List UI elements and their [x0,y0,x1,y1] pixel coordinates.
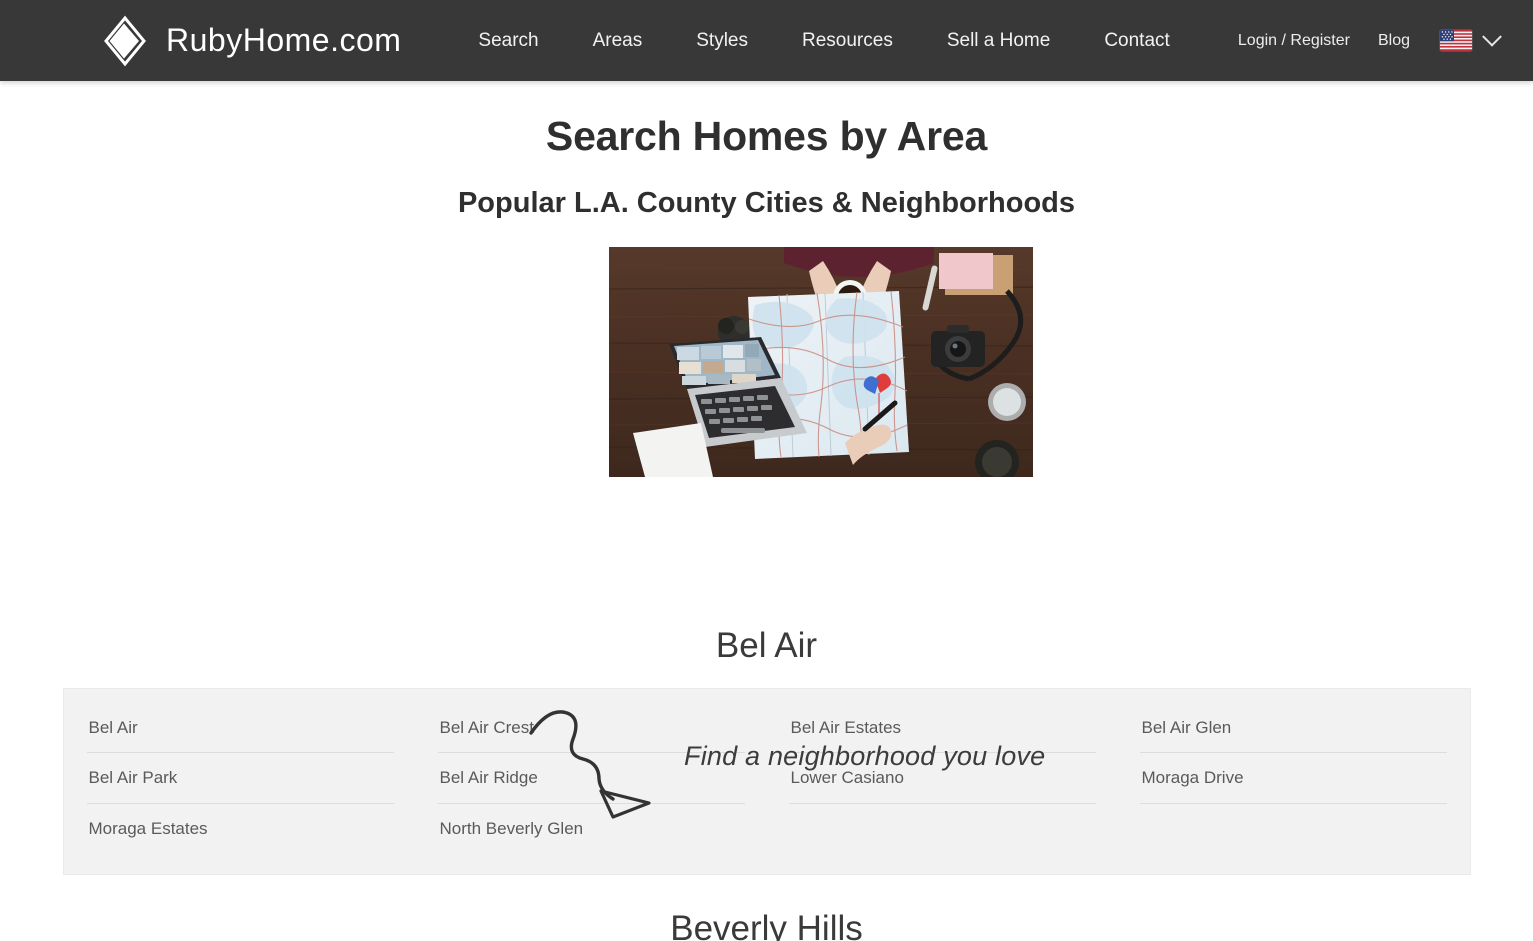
area-links-panel: Bel Air Bel Air Park Moraga Estates Bel … [62,688,1471,876]
us-flag-icon [1440,30,1472,51]
diamond-logo-icon [98,14,152,68]
area-link[interactable]: Moraga Drive [1139,753,1447,804]
area-section-beverly-hills: Beverly Hills Benedict Canyon Benedict H… [0,909,1533,941]
hero-photo [609,247,1033,477]
area-link[interactable]: Bel Air Glen [1139,703,1447,754]
primary-navigation: Search Areas Styles Resources Sell a Hom… [451,23,1196,58]
page-content: Search Homes by Area Popular L.A. County… [0,81,1533,941]
site-header: RubyHome.com Search Areas Styles Resourc… [0,0,1533,81]
brand-name: RubyHome.com [166,22,402,58]
login-register-link[interactable]: Login / Register [1224,26,1364,56]
nav-item-contact[interactable]: Contact [1077,23,1196,58]
header-utility-area: Login / Register Blog [1224,26,1507,56]
area-link[interactable]: Moraga Estates [87,804,394,854]
chevron-down-icon [1482,26,1502,47]
language-switcher[interactable] [1424,26,1507,55]
area-column: Bel Air Estates Lower Casiano [788,703,1096,854]
page-subtitle: Popular L.A. County Cities & Neighborhoo… [457,187,1076,219]
hero-section: Find a neighborhood you love [0,247,1533,819]
area-link[interactable]: Bel Air Park [86,753,394,804]
nav-item-sell-a-home[interactable]: Sell a Home [920,23,1078,58]
area-link[interactable]: Bel Air [86,703,394,754]
page-title: Search Homes by Area [545,113,988,159]
area-heading: Beverly Hills [670,909,863,941]
area-column: Bel Air Bel Air Park Moraga Estates [86,703,394,854]
hero-caption: Find a neighborhood you love [684,741,1046,771]
area-heading: Bel Air [715,626,818,665]
nav-item-styles[interactable]: Styles [669,23,775,58]
brand-logo-link[interactable]: RubyHome.com [98,14,401,68]
nav-item-resources[interactable]: Resources [775,23,920,58]
nav-item-search[interactable]: Search [451,23,565,58]
blog-link[interactable]: Blog [1364,26,1424,56]
curvy-down-arrow-icon [527,699,667,819]
nav-item-areas[interactable]: Areas [566,23,670,58]
area-column: Bel Air Glen Moraga Drive [1139,703,1447,854]
